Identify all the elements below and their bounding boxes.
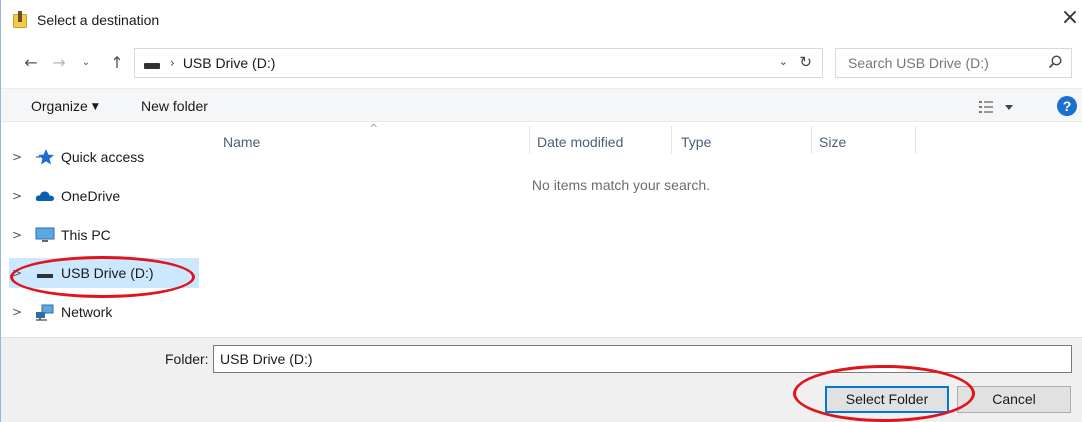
- network-icon: [36, 304, 54, 321]
- address-dropdown-icon[interactable]: ⌄: [779, 55, 788, 68]
- folder-label: Folder:: [165, 351, 209, 367]
- column-header-type[interactable]: Type: [681, 134, 711, 150]
- expand-chevron-icon[interactable]: >: [9, 228, 25, 242]
- address-bar[interactable]: › USB Drive (D:) ⌄ ↻: [134, 48, 823, 78]
- command-toolbar: Organize ▼ New folder ?: [1, 88, 1082, 122]
- search-input[interactable]: [848, 55, 1048, 71]
- star-icon: [36, 149, 54, 165]
- close-icon[interactable]: ×: [1059, 7, 1081, 30]
- breadcrumb-location[interactable]: USB Drive (D:): [183, 55, 276, 71]
- new-folder-button[interactable]: New folder: [141, 98, 208, 114]
- column-header-name[interactable]: Name: [223, 134, 260, 150]
- expand-chevron-icon[interactable]: >: [9, 189, 25, 203]
- cancel-button[interactable]: Cancel: [957, 386, 1071, 413]
- help-icon[interactable]: ?: [1057, 96, 1077, 116]
- column-divider[interactable]: [529, 126, 530, 154]
- search-box: [835, 48, 1072, 78]
- column-header-size[interactable]: Size: [819, 134, 846, 150]
- nav-item-quick-access[interactable]: > Quick access: [9, 142, 199, 172]
- navigation-pane: > Quick access > OneDrive > This PC > US…: [1, 122, 201, 336]
- nav-item-label: OneDrive: [61, 188, 121, 204]
- folder-app-icon: [13, 11, 27, 29]
- nav-item-this-pc[interactable]: > This PC: [9, 220, 199, 250]
- organize-button[interactable]: Organize ▼: [31, 98, 99, 114]
- expand-chevron-icon[interactable]: >: [9, 150, 25, 164]
- column-divider[interactable]: [671, 126, 672, 154]
- column-divider[interactable]: [811, 126, 812, 154]
- nav-item-label: Quick access: [61, 149, 145, 165]
- drive-icon: [144, 63, 160, 69]
- nav-item-usb-drive[interactable]: > USB Drive (D:): [9, 258, 199, 288]
- breadcrumb-separator: ›: [170, 56, 175, 70]
- nav-item-label: USB Drive (D:): [61, 265, 154, 281]
- recent-locations-chevron-icon[interactable]: ⌄: [79, 52, 93, 74]
- expand-chevron-icon[interactable]: >: [9, 305, 25, 319]
- folder-input[interactable]: [213, 345, 1072, 373]
- up-arrow-icon[interactable]: ↑: [107, 52, 127, 74]
- title-bar: Select a destination ×: [1, 0, 1082, 40]
- window-title: Select a destination: [37, 12, 160, 28]
- file-list: ^ Name Date modified Type Size No items …: [201, 122, 1082, 336]
- organize-label: Organize: [31, 98, 88, 114]
- nav-item-label: This PC: [61, 227, 111, 243]
- file-dialog: Select a destination × ← → ⌄ ↑ › USB Dri…: [0, 0, 1082, 422]
- column-header-date-modified[interactable]: Date modified: [537, 134, 623, 150]
- nav-item-label: Network: [61, 304, 113, 320]
- sort-ascending-icon: ^: [369, 122, 379, 135]
- drive-icon: [37, 274, 53, 278]
- search-icon[interactable]: [1047, 54, 1063, 70]
- view-options-icon[interactable]: [979, 98, 1019, 116]
- refresh-icon[interactable]: ↻: [799, 53, 812, 71]
- dialog-footer: Folder: Select Folder Cancel: [1, 337, 1082, 422]
- nav-item-network[interactable]: > Network: [9, 297, 199, 327]
- cloud-icon: [35, 191, 54, 201]
- address-row: ← → ⌄ ↑ › USB Drive (D:) ⌄ ↻: [1, 46, 1082, 82]
- caret-down-icon: ▼: [91, 102, 99, 112]
- monitor-icon: [35, 227, 55, 242]
- back-arrow-icon[interactable]: ←: [21, 52, 41, 74]
- select-folder-button[interactable]: Select Folder: [825, 386, 949, 413]
- empty-results-message: No items match your search.: [531, 177, 711, 193]
- column-divider[interactable]: [915, 126, 916, 154]
- nav-item-onedrive[interactable]: > OneDrive: [9, 181, 199, 211]
- forward-arrow-icon[interactable]: →: [49, 52, 69, 74]
- expand-chevron-icon[interactable]: >: [9, 266, 25, 280]
